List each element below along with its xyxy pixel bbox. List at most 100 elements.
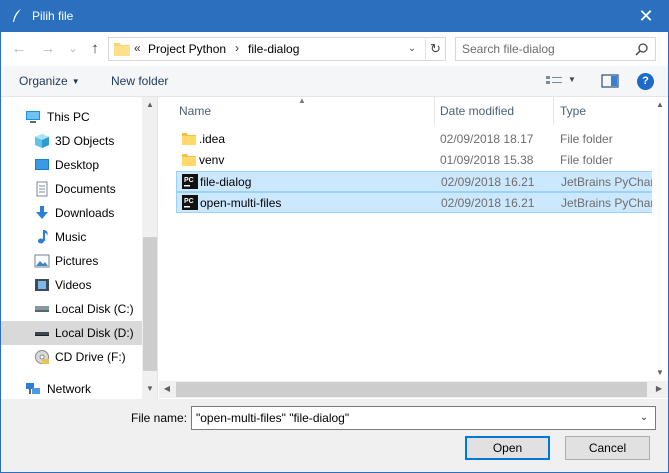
cube-icon (34, 133, 50, 149)
file-name-input[interactable] (196, 410, 626, 426)
search-input[interactable] (462, 41, 632, 57)
video-icon (34, 277, 50, 293)
column-header-date-modified[interactable]: Date modified (440, 104, 514, 118)
file-name-combobox[interactable]: ⌄ (191, 406, 656, 430)
file-name: file-dialog (200, 175, 252, 189)
scroll-up-icon[interactable]: ▲ (652, 97, 668, 113)
scroll-left-icon[interactable]: ◀ (159, 381, 175, 397)
sidebar-scrollbar[interactable]: ▲ ▼ (142, 97, 157, 399)
sidebar-item-label: Local Disk (D:) (55, 326, 134, 340)
up-arrow-icon[interactable]: ↑ (85, 39, 105, 59)
scroll-right-icon[interactable]: ▶ (651, 381, 667, 397)
file-type: JetBrains PyCharm (561, 196, 655, 210)
sidebar-item-label: Pictures (55, 254, 99, 268)
desktop-icon (34, 157, 50, 173)
column-header-row: ▲ Name Date modified Type (159, 96, 668, 125)
pictures-icon (34, 253, 50, 269)
sidebar-item-label: Network (47, 382, 92, 396)
file-row-idea[interactable]: .idea 02/09/2018 18.17 File folder (176, 129, 654, 150)
sidebar-item-label: This PC (47, 110, 90, 124)
refresh-icon[interactable]: ↻ (425, 39, 445, 59)
sidebar-item-label: Desktop (55, 158, 100, 172)
breadcrumb-separator[interactable]: › (235, 41, 239, 55)
file-dialog-window: Pilih file ✕ ← → ⌄ ↑ « Project Python › … (0, 0, 669, 473)
cancel-button[interactable]: Cancel (565, 436, 650, 460)
file-name: open-multi-files (200, 196, 282, 210)
sidebar-item-music[interactable]: Music (1, 225, 142, 249)
file-date: 01/09/2018 15.38 (440, 153, 534, 167)
forward-arrow-icon[interactable]: → (38, 39, 58, 59)
title-bar: Pilih file ✕ (1, 1, 668, 32)
svg-text:PC: PC (184, 177, 194, 184)
sidebar-item-label: Documents (55, 182, 116, 196)
column-divider[interactable] (434, 97, 435, 125)
file-row-venv[interactable]: venv 01/09/2018 15.38 File folder (176, 150, 654, 171)
close-icon[interactable]: ✕ (624, 1, 668, 32)
scroll-up-icon[interactable]: ▲ (142, 97, 157, 113)
file-list-horizontal-scrollbar[interactable]: ◀ ▶ (159, 381, 668, 398)
sidebar-item-pictures[interactable]: Pictures (1, 249, 142, 273)
chevron-down-icon[interactable]: ⌄ (637, 410, 651, 426)
folder-icon (181, 132, 197, 146)
music-icon (34, 229, 50, 245)
file-row-file-dialog[interactable]: PC file-dialog 02/09/2018 16.21 JetBrain… (176, 171, 655, 192)
breadcrumb-item-project-python[interactable]: Project Python (148, 42, 226, 56)
dialog-footer: File name: ⌄ Open Cancel (1, 399, 668, 472)
breadcrumb-item-file-dialog[interactable]: file-dialog (248, 42, 299, 56)
column-header-name[interactable]: Name (179, 104, 211, 118)
scroll-down-icon[interactable]: ▼ (142, 381, 157, 397)
help-icon[interactable]: ? (637, 73, 654, 90)
back-arrow-icon[interactable]: ← (9, 39, 29, 59)
file-row-open-multi-files[interactable]: PC open-multi-files 02/09/2018 16.21 Jet… (176, 192, 655, 213)
sidebar-item-this-pc[interactable]: This PC (1, 105, 142, 129)
view-caret-icon[interactable]: ▼ (568, 75, 576, 84)
file-type: JetBrains PyCharm (561, 175, 655, 189)
disk-icon (34, 325, 50, 341)
scroll-down-icon[interactable]: ▼ (652, 365, 668, 381)
scrollbar-thumb[interactable] (143, 237, 157, 371)
open-button[interactable]: Open (465, 436, 550, 460)
file-date: 02/09/2018 16.21 (441, 175, 535, 189)
file-type: File folder (560, 132, 613, 146)
sidebar-item-label: CD Drive (F:) (55, 350, 126, 364)
sidebar-item-videos[interactable]: Videos (1, 273, 142, 297)
sidebar-item-cd-drive-f[interactable]: CD Drive (F:) (1, 345, 142, 369)
organize-label: Organize (19, 74, 68, 88)
sidebar-item-local-disk-c[interactable]: Local Disk (C:) (1, 297, 142, 321)
sidebar-item-label: Downloads (55, 206, 115, 220)
sidebar-item-label: Videos (55, 278, 92, 292)
sidebar-item-3d-objects[interactable]: 3D Objects (1, 129, 142, 153)
pc-icon (25, 109, 41, 125)
search-icon[interactable] (635, 42, 649, 56)
sidebar-item-desktop[interactable]: Desktop (1, 153, 142, 177)
command-bar: Organize ▼ New folder ▼ ? (1, 66, 668, 97)
sidebar-item-downloads[interactable]: Downloads (1, 201, 142, 225)
file-list: ▲ Name Date modified Type .idea 02/09/20… (159, 96, 668, 399)
organize-button[interactable]: Organize ▼ (19, 74, 80, 88)
file-name: .idea (199, 132, 226, 146)
scrollbar-thumb[interactable] (176, 382, 647, 397)
chevron-down-icon[interactable]: ⌄ (405, 41, 419, 57)
file-date: 02/09/2018 16.21 (441, 196, 535, 210)
preview-pane-icon[interactable] (601, 73, 619, 89)
search-box[interactable] (455, 37, 656, 61)
new-folder-button[interactable]: New folder (111, 74, 168, 88)
sidebar-item-documents[interactable]: Documents (1, 177, 142, 201)
pycharm-icon: PC (182, 195, 198, 210)
folder-icon (181, 153, 197, 167)
navigation-pane: This PC 3D Objects Desktop Documents Dow… (1, 97, 158, 399)
cd-icon (34, 349, 50, 365)
caret-down-icon: ▼ (71, 77, 80, 86)
view-options-icon[interactable] (545, 73, 563, 89)
column-header-type[interactable]: Type (560, 104, 586, 118)
svg-text:PC: PC (184, 198, 194, 205)
breadcrumb-overflow[interactable]: « (134, 41, 141, 55)
column-divider[interactable] (553, 97, 554, 125)
file-list-vertical-scrollbar[interactable]: ▲ ▼ (652, 97, 668, 383)
sidebar-item-local-disk-d[interactable]: Local Disk (D:) (1, 321, 142, 345)
sidebar-item-network[interactable]: Network (1, 377, 142, 399)
recent-locations-icon[interactable]: ⌄ (63, 39, 83, 59)
pycharm-icon: PC (182, 174, 198, 189)
address-bar[interactable]: « Project Python › file-dialog ⌄ ↻ (108, 37, 446, 61)
quill-icon (10, 8, 24, 24)
